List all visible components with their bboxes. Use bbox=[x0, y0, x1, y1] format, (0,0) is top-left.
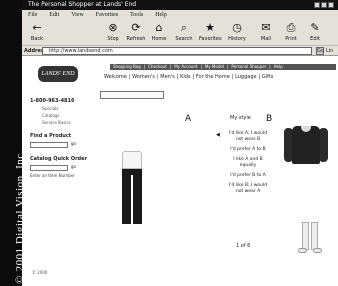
browser-window: The Personal Shopper at Lands' End File … bbox=[22, 0, 338, 286]
option-prefer-a[interactable]: I'd prefer A to B bbox=[225, 147, 271, 153]
page-footer: © 2000 bbox=[32, 270, 48, 275]
lands-end-logo[interactable]: LANDS' END bbox=[38, 66, 78, 82]
maximize-icon[interactable] bbox=[321, 2, 327, 8]
outfit-b-label: B bbox=[266, 114, 273, 124]
nav-my-account[interactable]: My Account bbox=[174, 64, 197, 69]
close-icon[interactable] bbox=[328, 2, 334, 8]
menu-view[interactable]: View bbox=[71, 12, 84, 18]
quick-order-input[interactable] bbox=[30, 165, 68, 171]
mail-icon: ✉ bbox=[261, 21, 271, 34]
nav-personal-shopper[interactable]: Personal Shopper bbox=[231, 64, 266, 69]
option-prefer-b[interactable]: I'd prefer B to A bbox=[225, 173, 271, 179]
web-page: LANDS' END Shopping Bag | Checkout | My Acco… bbox=[22, 56, 338, 286]
cat-mens[interactable]: Men's bbox=[160, 74, 175, 80]
go-button[interactable]: Go bbox=[316, 47, 324, 55]
menu-favorites[interactable]: Favorites bbox=[96, 12, 118, 18]
print-icon: ⎙ bbox=[286, 21, 296, 34]
my-style-label: My style bbox=[230, 115, 251, 121]
outfit-b-shoe-right bbox=[313, 248, 322, 253]
left-column: 1-800-963-4816 Specials Catalogs Service… bbox=[30, 98, 96, 178]
search-icon: ⌕ bbox=[180, 21, 188, 34]
favorites-button[interactable]: ★ Favorites bbox=[199, 21, 222, 43]
outfit-b-sweater-image bbox=[284, 126, 328, 164]
browser-toolbar: ← Back ⊗ Stop ⟳ Refresh ⌂ Home ⌕ Search ★ Favo… bbox=[22, 20, 338, 46]
menu-tools[interactable]: Tools bbox=[130, 12, 143, 18]
links-label[interactable]: Lin bbox=[326, 46, 333, 56]
selection-arrow-icon: ◀ bbox=[216, 132, 220, 138]
cat-kids[interactable]: Kids bbox=[180, 74, 190, 80]
menu-help[interactable]: Help bbox=[155, 12, 167, 18]
outfit-a-shirt-image bbox=[122, 151, 142, 169]
cat-womens[interactable]: Women's bbox=[132, 74, 155, 80]
edit-icon: ✎ bbox=[310, 21, 320, 34]
nav-shopping-bag[interactable]: Shopping Bag bbox=[113, 64, 141, 69]
edit-button[interactable]: ✎ Edit bbox=[304, 21, 326, 43]
cat-home[interactable]: For the Home bbox=[196, 74, 230, 80]
refresh-button[interactable]: ⟳ Refresh bbox=[125, 21, 147, 43]
option-equal[interactable]: I like A and B equally bbox=[225, 157, 271, 169]
watermark-strip: © 2001 Digital Vision, Inc. bbox=[0, 0, 26, 286]
back-button[interactable]: ← Back bbox=[26, 21, 48, 43]
history-icon: ◷ bbox=[232, 21, 242, 34]
refresh-icon: ⟳ bbox=[131, 21, 141, 34]
home-icon: ⌂ bbox=[155, 21, 163, 34]
search-button[interactable]: ⌕ Search bbox=[173, 21, 195, 43]
cat-welcome[interactable]: Welcome bbox=[104, 74, 127, 80]
preference-options: I'd like A; I would not wear B I'd prefe… bbox=[225, 131, 271, 199]
menu-edit[interactable]: Edit bbox=[49, 12, 59, 18]
find-product-go[interactable]: go bbox=[71, 141, 76, 146]
home-button[interactable]: ⌂ Home bbox=[148, 21, 170, 43]
favorites-icon: ★ bbox=[205, 21, 215, 34]
menu-bar: File Edit View Favorites Tools Help bbox=[22, 10, 338, 20]
cat-gifts[interactable]: Gifts bbox=[262, 74, 274, 80]
page-search-box[interactable] bbox=[100, 91, 164, 99]
option-a-only[interactable]: I'd like A; I would not wear B bbox=[225, 131, 271, 143]
link-service-basics[interactable]: Service Basics bbox=[42, 120, 96, 125]
mail-button[interactable]: ✉ Mail bbox=[255, 21, 277, 43]
address-input[interactable]: http://www.landsend.com bbox=[42, 47, 312, 55]
find-product-input[interactable] bbox=[30, 142, 68, 148]
link-catalogs[interactable]: Catalogs bbox=[42, 113, 96, 118]
top-nav: Shopping Bag | Checkout | My Account | My Mode… bbox=[110, 64, 336, 70]
outfit-a-pants-image bbox=[122, 169, 142, 224]
quick-order-go[interactable]: go bbox=[71, 164, 76, 169]
print-button[interactable]: ⎙ Print bbox=[280, 21, 302, 43]
link-specials[interactable]: Specials bbox=[42, 106, 96, 111]
page-counter: 1 of 6 bbox=[236, 243, 251, 249]
outfit-b-shoe-left bbox=[298, 248, 307, 253]
outfit-b-pants-image bbox=[302, 222, 320, 250]
item-number-label: Enter an Item Number bbox=[30, 173, 75, 178]
menu-file[interactable]: File bbox=[28, 12, 37, 18]
address-bar: Address http://www.landsend.com Go Lin bbox=[22, 46, 338, 56]
window-titlebar: The Personal Shopper at Lands' End bbox=[22, 0, 338, 10]
category-nav: Welcome | Women's | Men's | Kids | For the H… bbox=[104, 74, 274, 80]
cat-luggage[interactable]: Luggage bbox=[235, 74, 257, 80]
option-b-only[interactable]: I'd like B; I would not wear A bbox=[225, 183, 271, 195]
stop-button[interactable]: ⊗ Stop bbox=[102, 21, 124, 43]
history-button[interactable]: ◷ History bbox=[226, 21, 248, 43]
outfit-a-label: A bbox=[185, 114, 192, 124]
minimize-icon[interactable] bbox=[314, 2, 320, 8]
nav-checkout[interactable]: Checkout bbox=[148, 64, 167, 69]
back-arrow-icon: ← bbox=[32, 21, 42, 34]
window-title: The Personal Shopper at Lands' End bbox=[28, 1, 137, 8]
phone-number: 1-800-963-4816 bbox=[30, 98, 75, 104]
stop-icon: ⊗ bbox=[108, 21, 118, 34]
nav-my-model[interactable]: My Model bbox=[205, 64, 224, 69]
nav-help[interactable]: Help bbox=[274, 64, 283, 69]
